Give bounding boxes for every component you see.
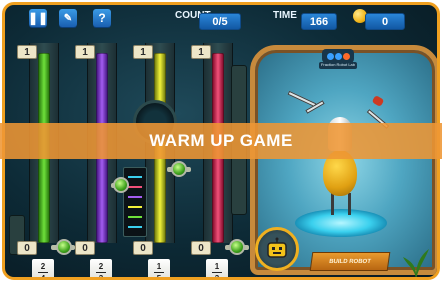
badge-icon — [326, 52, 334, 60]
tube-bottom-cap: 0 — [133, 241, 153, 255]
build-robot-button[interactable]: BUILD ROBOT — [309, 252, 391, 271]
help-button[interactable]: ? — [93, 9, 111, 27]
chamber-caption: Fraction Robot Lab — [319, 62, 357, 69]
fraction-card[interactable]: 2 3 — [90, 259, 112, 280]
fraction-numerator: 2 — [40, 261, 46, 271]
fraction-bar — [38, 271, 48, 273]
count-value: 0/5 — [199, 13, 241, 30]
badge-icon — [334, 52, 342, 60]
pause-icon: ❚❚ — [27, 11, 49, 25]
coins-value: 0 — [365, 13, 405, 30]
robot-pedestal — [295, 209, 387, 237]
yellow-tube-knob[interactable] — [171, 161, 187, 177]
fraction-numerator: 1 — [214, 261, 220, 271]
fraction-denominator: 4 — [40, 273, 46, 280]
tube-top-cap: 1 — [75, 45, 95, 59]
fraction-card[interactable]: 1 3 — [206, 259, 228, 280]
tube-bottom-cap: 0 — [191, 241, 211, 255]
tube-top-cap: 1 — [133, 45, 153, 59]
time-label: TIME — [273, 10, 297, 21]
purple-tube-knob[interactable] — [113, 177, 129, 193]
pink-tube-knob[interactable] — [229, 239, 245, 255]
measuring-device — [123, 167, 147, 237]
fraction-bar — [96, 271, 106, 273]
green-tube-knob[interactable] — [56, 239, 72, 255]
robot-menu-button[interactable] — [255, 227, 299, 271]
fraction-numerator: 1 — [156, 261, 162, 271]
fraction-denominator: 3 — [214, 273, 220, 280]
robot-leg — [348, 193, 351, 215]
pause-button[interactable]: ❚❚ — [27, 9, 49, 27]
badge-icon — [342, 52, 350, 60]
tube-top-cap: 1 — [191, 45, 211, 59]
tube-bottom-cap: 0 — [17, 241, 37, 255]
warm-up-banner: WARM UP GAME — [0, 123, 442, 159]
help-icon: ? — [98, 11, 106, 25]
fraction-denominator: 5 — [156, 273, 162, 280]
book-icon: ✎ — [63, 12, 73, 24]
robot-leg — [331, 193, 334, 215]
robot-badges — [322, 49, 354, 63]
robot-face-icon — [267, 237, 287, 258]
fraction-numerator: 2 — [98, 261, 104, 271]
tube-top-cap: 1 — [17, 45, 37, 59]
guide-button[interactable]: ✎ — [59, 9, 77, 27]
tube-bottom-cap: 0 — [75, 241, 95, 255]
plant-decoration — [403, 249, 429, 277]
fraction-card[interactable]: 1 5 — [148, 259, 170, 280]
time-value: 166 — [301, 13, 337, 30]
fraction-bar — [212, 271, 222, 273]
fraction-denominator: 3 — [98, 273, 104, 280]
fraction-bar — [154, 271, 164, 273]
fraction-card[interactable]: 2 4 — [32, 259, 54, 280]
